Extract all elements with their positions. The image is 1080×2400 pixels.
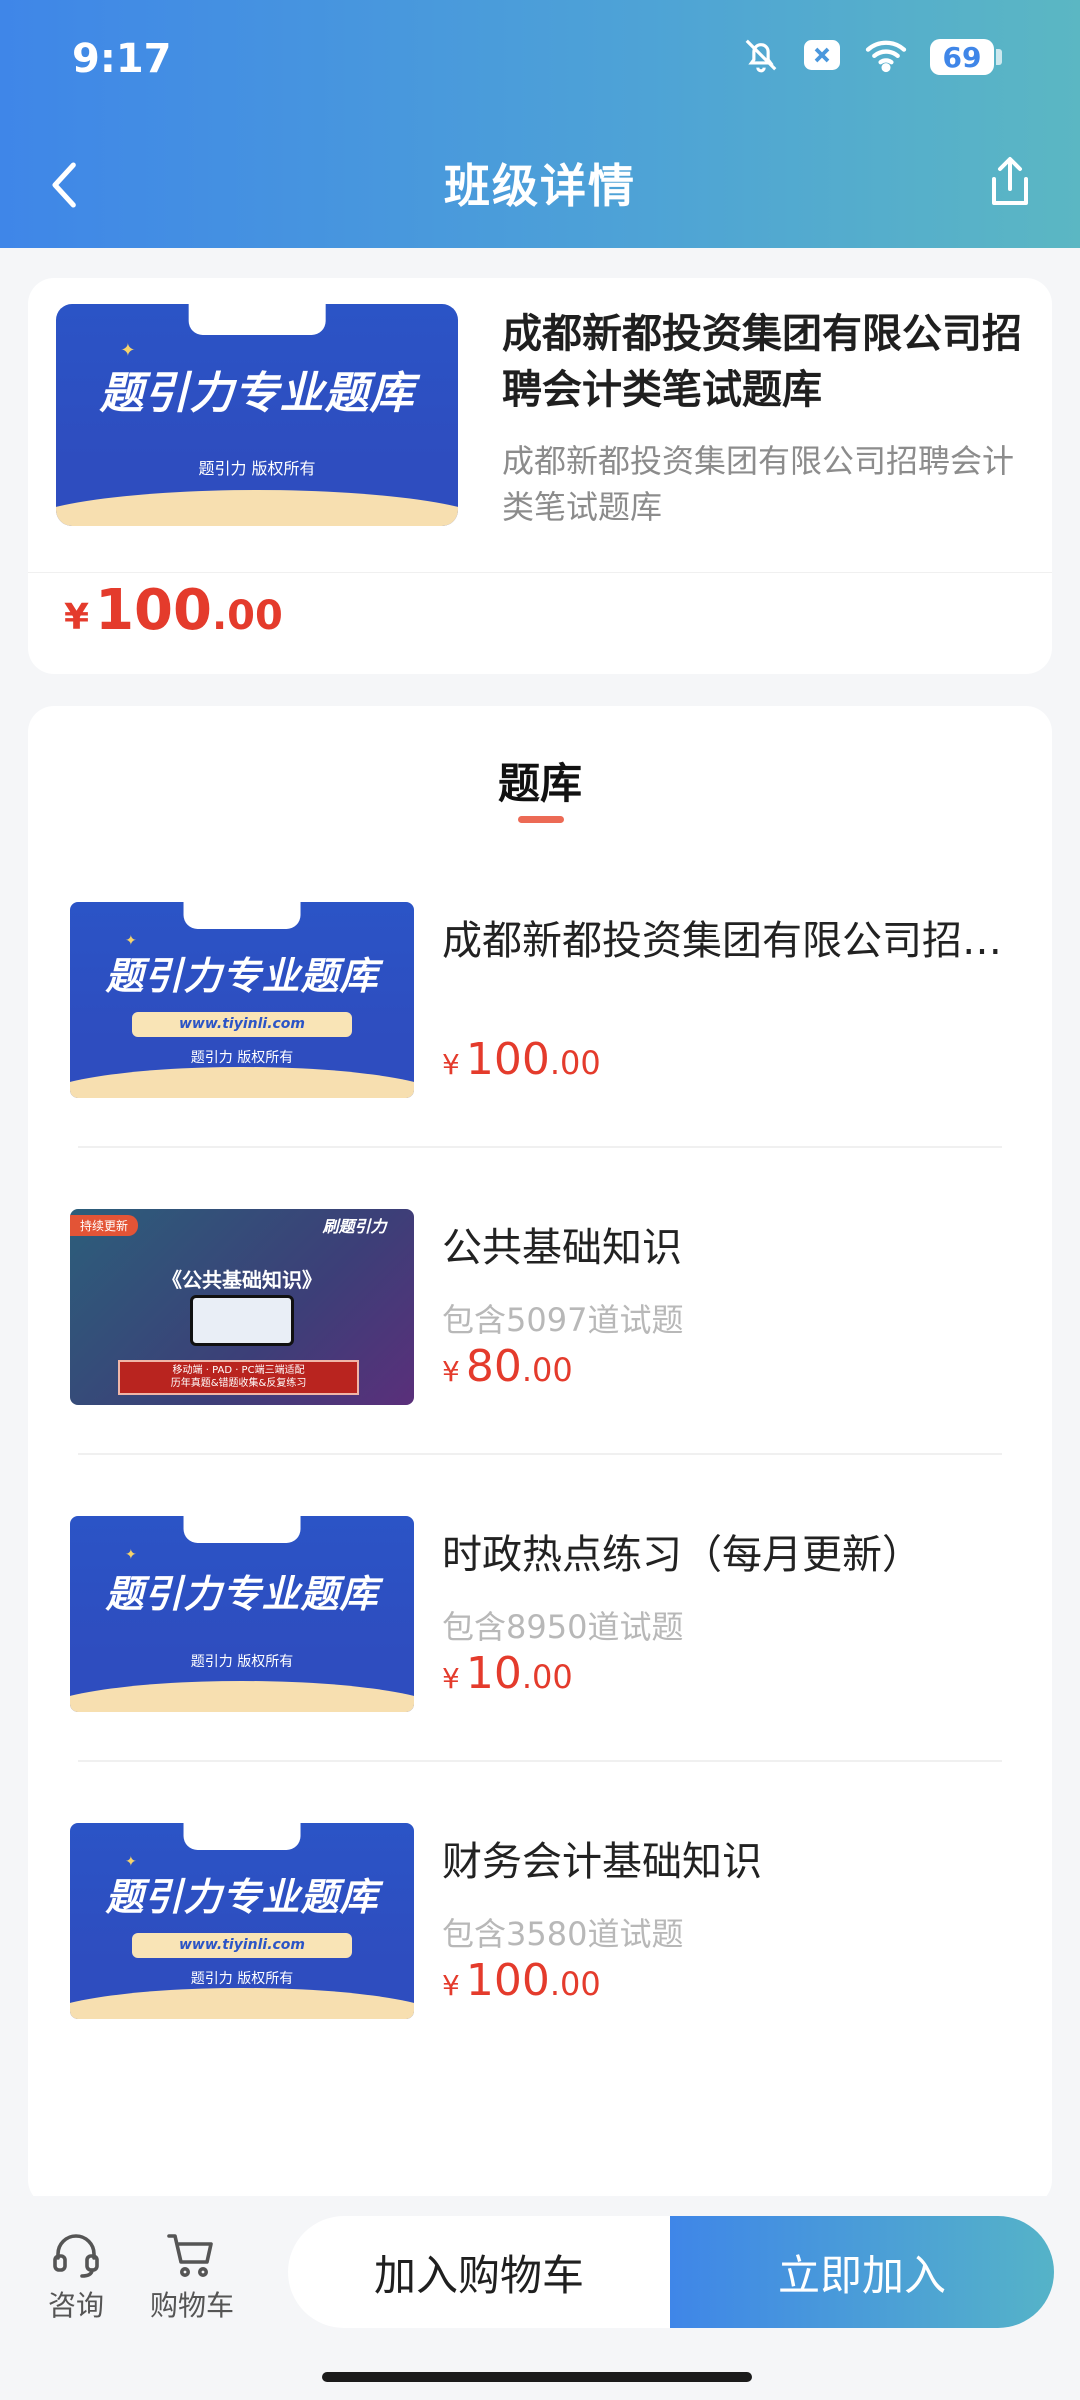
divider <box>78 1760 1002 1762</box>
list-item[interactable]: ✦ 题引力专业题库 www.tiyinli.com 题引力 版权所有 财务会计基… <box>28 1823 1052 2130</box>
cart-button[interactable]: 购物车 <box>142 2232 242 2324</box>
item-cover-image: ✦ 题引力专业题库 www.tiyinli.com 题引力 版权所有 <box>70 1823 414 2019</box>
cart-label: 购物车 <box>149 2289 234 2322</box>
home-indicator[interactable] <box>322 2372 752 2382</box>
bell-off-icon <box>742 36 780 78</box>
cart-icon <box>167 2234 213 2277</box>
item-price: ¥ 100 .00 <box>442 1034 601 1085</box>
header: 9:17 69 班级详情 <box>0 0 1080 248</box>
join-now-button[interactable]: 立即加入 <box>670 2216 1054 2328</box>
wifi-icon <box>864 37 908 77</box>
status-time: 9:17 <box>72 36 172 82</box>
item-price: ¥ 100 .00 <box>442 1955 601 2006</box>
item-question-count: 包含5097道试题 <box>442 1301 684 1339</box>
list-item[interactable]: ✦ 题引力专业题库 www.tiyinli.com 题引力 版权所有 成都新都投… <box>28 902 1052 1209</box>
class-price: ¥ 100 .00 <box>64 578 283 643</box>
class-title: 成都新都投资集团有限公司招聘会计类笔试题库 <box>502 311 1022 413</box>
section-title: 题库 <box>497 759 582 808</box>
consult-button[interactable]: 咨询 <box>26 2232 126 2324</box>
item-question-count: 包含3580道试题 <box>442 1915 684 1953</box>
consult-label: 咨询 <box>47 2289 104 2322</box>
share-icon <box>992 157 1028 205</box>
item-title: 时政热点练习（每月更新） <box>442 1532 922 1578</box>
item-price: ¥ 10 .00 <box>442 1648 573 1699</box>
class-cover-image: ✦ 题引力专业题库 题引力 版权所有 <box>56 304 458 526</box>
divider <box>78 1453 1002 1455</box>
status-icons: 69 <box>742 36 1002 78</box>
bottom-action-bar: 咨询 购物车 加入购物车 立即加入 <box>0 2196 1080 2356</box>
page-title: 班级详情 <box>444 159 636 213</box>
item-price: ¥ 80 .00 <box>442 1341 573 1392</box>
class-summary-card: ✦ 题引力专业题库 题引力 版权所有 成都新都投资集团有限公司招聘会计类笔试题库… <box>28 278 1052 674</box>
item-title: 公共基础知识 <box>442 1225 682 1271</box>
close-box-icon <box>802 37 842 77</box>
divider <box>78 1146 1002 1148</box>
item-cover-image: 持续更新 刷题引力 《公共基础知识》 移动端 · PAD · PC端三端适配 历… <box>70 1209 414 1405</box>
list-item[interactable]: ✦ 题引力专业题库 题引力 版权所有 时政热点练习（每月更新） 包含8950道试… <box>28 1516 1052 1823</box>
item-cover-image: ✦ 题引力专业题库 www.tiyinli.com 题引力 版权所有 <box>70 902 414 1098</box>
list-item[interactable]: 持续更新 刷题引力 《公共基础知识》 移动端 · PAD · PC端三端适配 历… <box>28 1209 1052 1516</box>
divider <box>28 572 1052 573</box>
share-button[interactable] <box>980 148 1040 218</box>
class-subtitle: 成都新都投资集团有限公司招聘会计类笔试题库 <box>502 442 1015 526</box>
item-title: 财务会计基础知识 <box>442 1839 762 1885</box>
add-to-cart-button[interactable]: 加入购物车 <box>288 2216 670 2328</box>
item-title: 成都新都投资集团有限公司招聘会计类笔试题库 <box>442 918 1022 964</box>
question-bank-card: 题库 ✦ 题引力专业题库 www.tiyinli.com 题引力 版权所有 成都… <box>28 706 1052 2206</box>
headset-icon <box>53 2234 99 2278</box>
item-cover-image: ✦ 题引力专业题库 题引力 版权所有 <box>70 1516 414 1712</box>
item-question-count: 包含8950道试题 <box>442 1608 684 1646</box>
section-underline <box>518 816 564 823</box>
battery-icon: 69 <box>930 39 1002 75</box>
battery-level: 69 <box>930 39 994 75</box>
